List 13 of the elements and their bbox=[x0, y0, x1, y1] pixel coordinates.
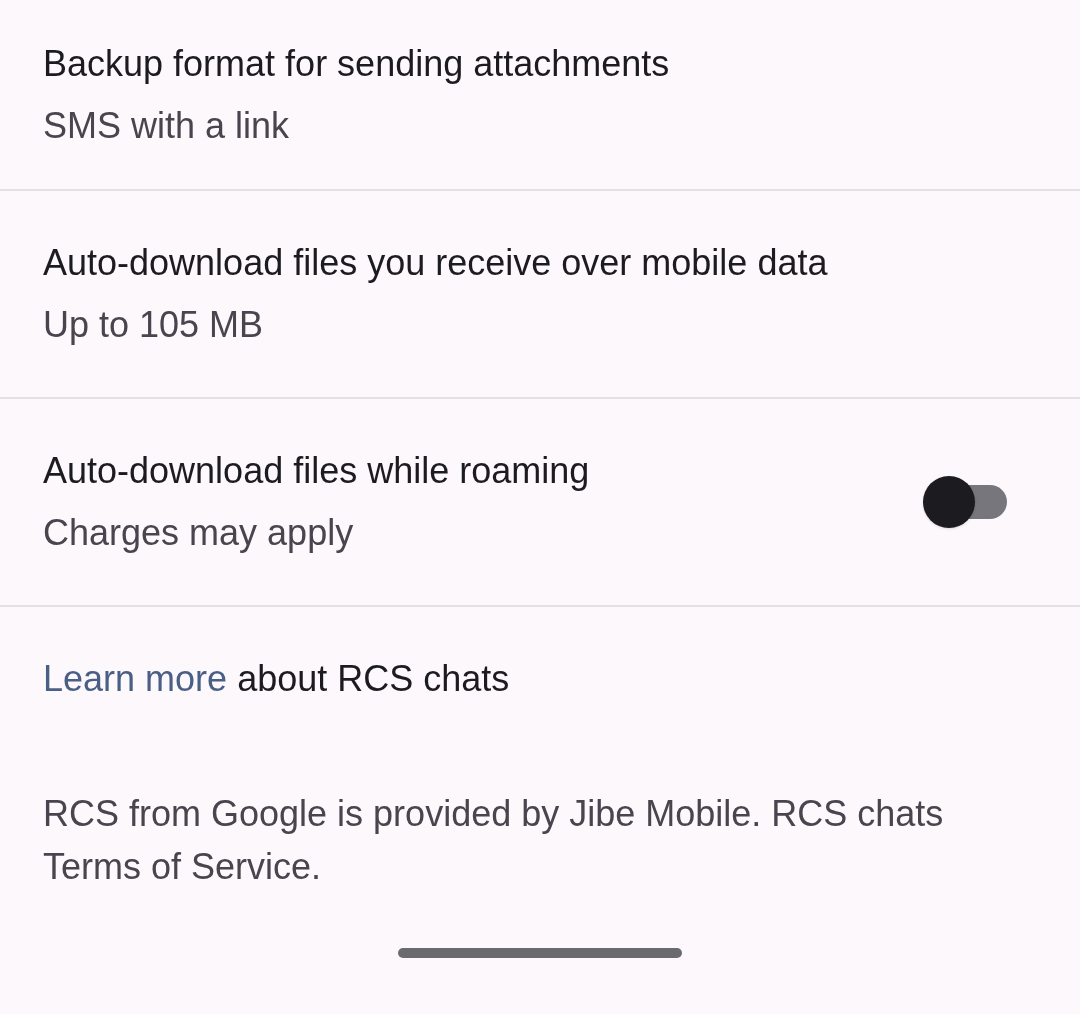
setting-value: Charges may apply bbox=[43, 511, 355, 555]
setting-value: Up to 105 MB bbox=[43, 303, 265, 347]
settings-row[interactable]: Backup format for sending attachments SMS with a link bbox=[0, 0, 1080, 191]
settings-row[interactable]: Auto-download files while roaming Charges may apply bbox=[0, 399, 1080, 607]
learn-more-link[interactable]: Learn more bbox=[43, 657, 228, 699]
toggle-switch[interactable] bbox=[923, 476, 1007, 528]
settings-row[interactable]: Auto-download files you receive over mobile data Up to 105 MB bbox=[0, 191, 1080, 399]
learn-more-text: Learn more about RCS chats bbox=[43, 656, 510, 701]
setting-title: Backup format for sending attachments bbox=[43, 41, 671, 86]
setting-title: Auto-download files while roaming bbox=[43, 449, 591, 493]
setting-value: SMS with a link bbox=[43, 103, 291, 148]
setting-title: Auto-download files you receive over mobile data bbox=[43, 241, 829, 285]
provider-note: RCS from Google is provided by Jibe Mobile. RCS chats Terms of Service. bbox=[43, 792, 945, 889]
